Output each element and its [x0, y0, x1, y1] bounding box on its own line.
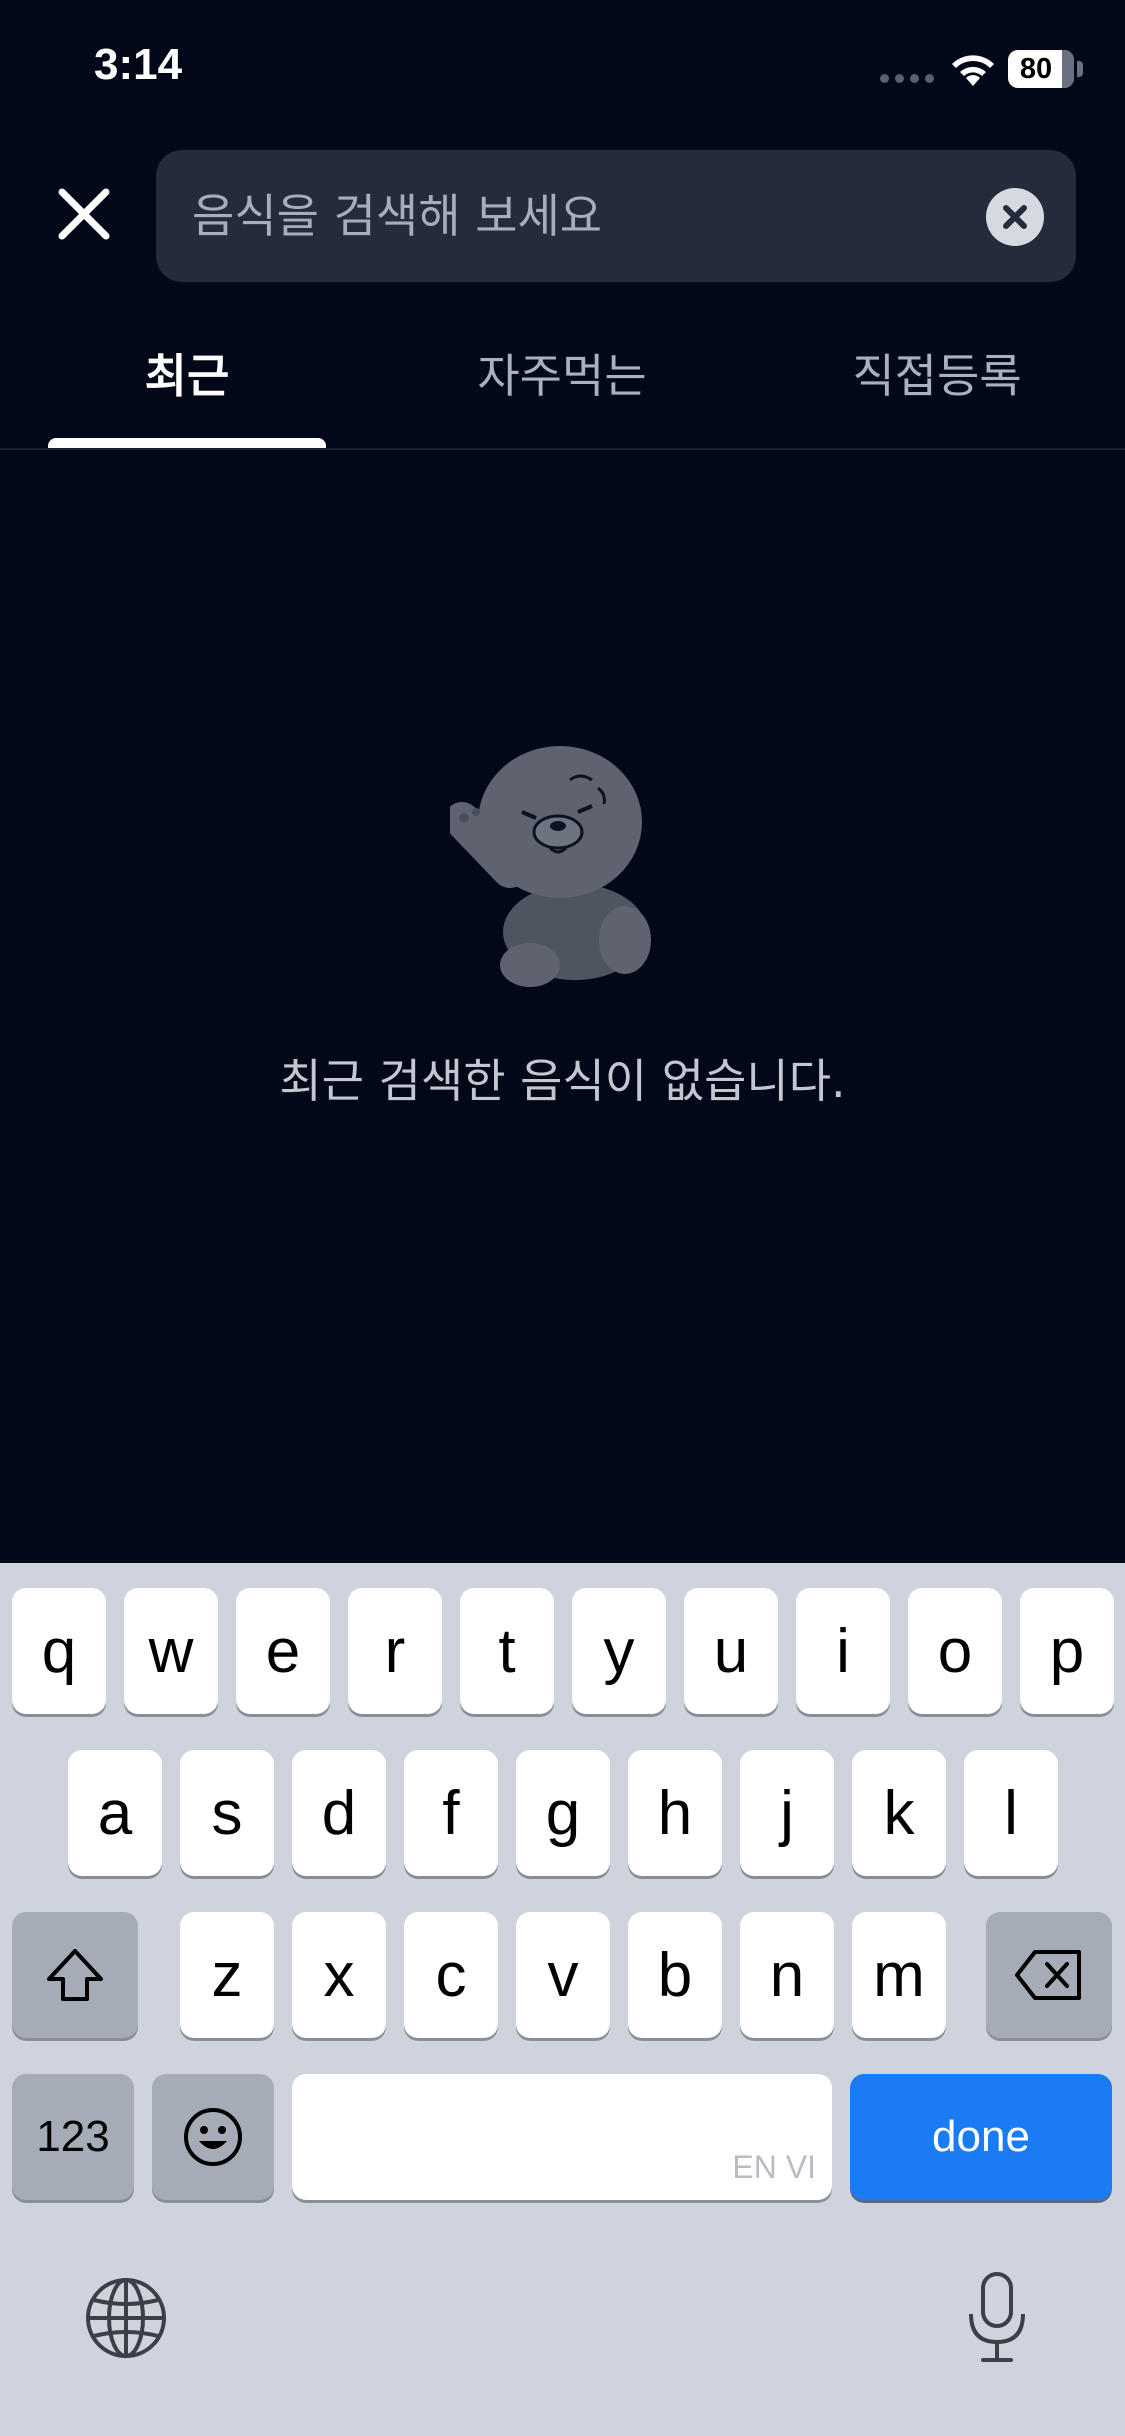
- key-k[interactable]: k: [852, 1750, 946, 1876]
- key-t[interactable]: t: [460, 1588, 554, 1714]
- key-b[interactable]: b: [628, 1912, 722, 2038]
- key-q[interactable]: q: [12, 1588, 106, 1714]
- microphone-icon[interactable]: [965, 2270, 1029, 2366]
- mascot-illustration: [450, 746, 651, 987]
- key-p[interactable]: p: [1020, 1588, 1114, 1714]
- cellular-signal-icon: [880, 74, 934, 83]
- key-g[interactable]: g: [516, 1750, 610, 1876]
- tab-recent[interactable]: 최근: [22, 340, 352, 410]
- tab-frequent[interactable]: 자주먹는: [397, 340, 727, 410]
- key-c[interactable]: c: [404, 1912, 498, 2038]
- shift-icon: [47, 1949, 103, 2001]
- space-language-label: EN VI: [732, 2149, 816, 2185]
- shift-key[interactable]: [12, 1912, 138, 2038]
- key-j[interactable]: j: [740, 1750, 834, 1876]
- key-l[interactable]: l: [964, 1750, 1058, 1876]
- backspace-icon: [1015, 1950, 1081, 2000]
- key-e[interactable]: e: [236, 1588, 330, 1714]
- globe-icon[interactable]: [84, 2276, 168, 2360]
- key-a[interactable]: a: [68, 1750, 162, 1876]
- emoji-icon: [184, 2108, 242, 2166]
- key-h[interactable]: h: [628, 1750, 722, 1876]
- tab-custom[interactable]: 직접등록: [772, 340, 1102, 410]
- key-z[interactable]: z: [180, 1912, 274, 2038]
- clear-search-button[interactable]: [986, 188, 1044, 246]
- backspace-key[interactable]: [986, 1912, 1112, 2038]
- key-u[interactable]: u: [684, 1588, 778, 1714]
- battery-tip: [1077, 61, 1083, 77]
- status-time: 3:14: [94, 40, 183, 89]
- key-w[interactable]: w: [124, 1588, 218, 1714]
- key-o[interactable]: o: [908, 1588, 1002, 1714]
- key-r[interactable]: r: [348, 1588, 442, 1714]
- search-box[interactable]: [156, 150, 1076, 282]
- battery-icon: 80: [1008, 50, 1074, 88]
- done-key[interactable]: done: [850, 2074, 1112, 2200]
- key-x[interactable]: x: [292, 1912, 386, 2038]
- key-d[interactable]: d: [292, 1750, 386, 1876]
- empty-state-message: 최근 검색한 음식이 없습니다.: [279, 1054, 846, 1108]
- status-bar: 3:14 80: [0, 0, 1125, 140]
- tab-divider: [0, 448, 1125, 450]
- close-icon[interactable]: [50, 180, 118, 248]
- space-key[interactable]: EN VI: [292, 2074, 832, 2200]
- search-input[interactable]: [192, 150, 952, 282]
- wifi-icon: [952, 55, 994, 86]
- tab-bar: 최근 자주먹는 직접등록: [0, 300, 1125, 450]
- key-s[interactable]: s: [180, 1750, 274, 1876]
- key-m[interactable]: m: [852, 1912, 946, 2038]
- battery-level: 80: [1019, 53, 1053, 85]
- key-f[interactable]: f: [404, 1750, 498, 1876]
- clear-icon: [1003, 205, 1027, 229]
- active-tab-indicator: [48, 438, 326, 448]
- key-n[interactable]: n: [740, 1912, 834, 2038]
- emoji-key[interactable]: [152, 2074, 274, 2200]
- numbers-key[interactable]: 123: [12, 2074, 134, 2200]
- key-v[interactable]: v: [516, 1912, 610, 2038]
- key-y[interactable]: y: [572, 1588, 666, 1714]
- key-i[interactable]: i: [796, 1588, 890, 1714]
